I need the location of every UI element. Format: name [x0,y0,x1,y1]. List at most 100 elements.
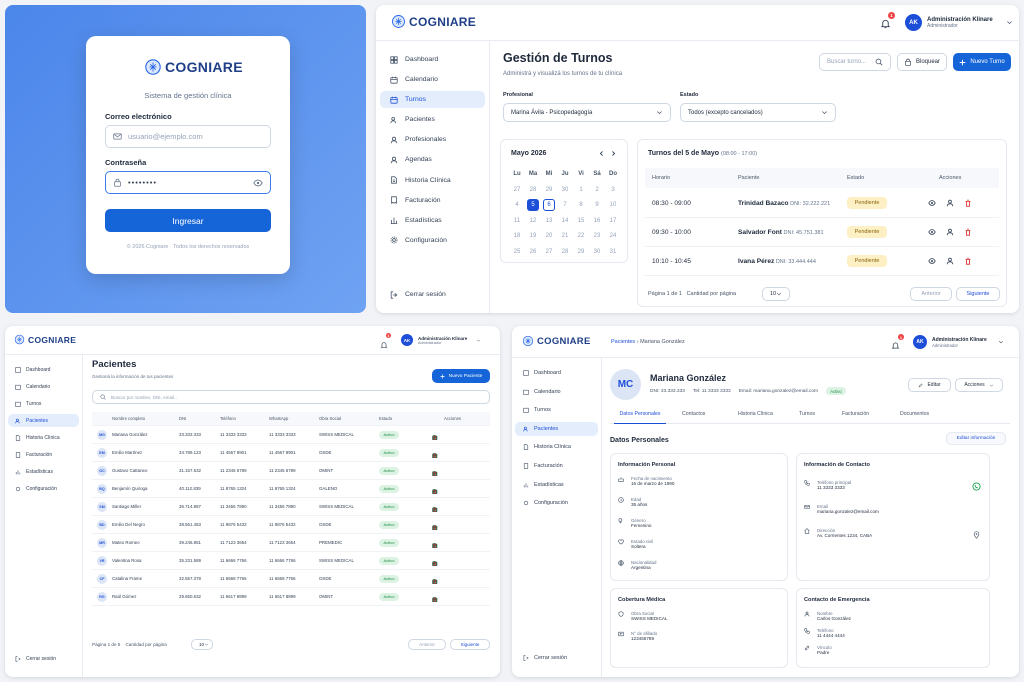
trash-icon[interactable] [432,543,438,549]
sidebar-item-turnos[interactable]: Turnos [380,91,485,109]
calendar-day[interactable]: 17 [607,215,619,227]
calendar-day[interactable]: 30 [559,184,571,196]
email-field[interactable]: usuario@ejemplo.com [105,125,271,148]
user-icon[interactable] [946,228,954,236]
table-row[interactable]: BQ Benjamín Quiroga 40.112.839 11 8765 1324… [92,480,490,498]
sidebar-item-facturacion[interactable]: Facturación [380,192,485,209]
calendar-day[interactable]: 7 [559,199,571,211]
prev-page-button[interactable]: Anterior [408,639,446,650]
table-row[interactable]: MG Mariana González 33.333.333 11 3333 3333… [92,426,490,444]
whatsapp-icon[interactable] [972,482,981,491]
calendar-day[interactable]: 25 [511,246,523,258]
calendar-day[interactable]: 24 [607,230,619,242]
calendar-day[interactable]: 29 [543,184,555,196]
per-page-select[interactable]: 10 [191,639,213,650]
calendar-day[interactable]: 18 [511,230,523,242]
sidebar-item-profesionales[interactable]: Profesionales [380,131,485,148]
patient-name[interactable]: Salvador Font [738,229,782,236]
user-menu[interactable]: AK Administración Klinare Administrador [401,334,481,346]
state-select[interactable]: Todos (excepto cancelados) [680,103,836,122]
sidebar-item-estadisticas[interactable]: Estadísticas [380,212,485,229]
sidebar-item-calendario[interactable]: Calendario [380,71,485,88]
calendar-day[interactable]: 12 [527,215,539,227]
calendar-day[interactable]: 1 [575,184,587,196]
view-icon[interactable] [928,199,936,207]
calendar-day[interactable]: 26 [527,246,539,258]
user-menu[interactable]: AK Administración Klinare Administrador [905,14,1013,31]
calendar-day[interactable]: 30 [591,246,603,258]
sidebar-item-configuracion[interactable]: Configuración [8,482,79,495]
calendar-day[interactable]: 2 [591,184,603,196]
trash-icon[interactable] [964,199,972,207]
calendar-day[interactable]: 22 [575,230,587,242]
sidebar-item-pacientes[interactable]: Pacientes [515,421,598,436]
table-row[interactable]: GC Gustavo Cattaneo 31.157.632 11 2345 6789… [92,462,490,480]
calendar-day[interactable]: 31 [607,246,619,258]
trash-icon[interactable] [432,525,438,531]
table-row[interactable]: 08:30 - 09:00 Trinidad Bazaco DNI: 32.222… [645,189,999,218]
calendar-day[interactable]: 3 [607,184,619,196]
calendar-day[interactable]: 19 [527,230,539,242]
calendar-day[interactable]: 4 [511,199,523,211]
tab-documentos[interactable]: Documentos [900,408,929,424]
calendar-day[interactable]: 29 [575,246,587,258]
user-menu[interactable]: AK Administración Klinare Administrador [913,335,1004,349]
notifications-button[interactable]: 1 [380,333,391,348]
sidebar-item-facturacion[interactable]: Facturación [515,459,598,473]
sidebar-item-pacientes[interactable]: Pacientes [380,111,485,128]
user-icon[interactable] [946,199,954,207]
trash-icon[interactable] [432,471,438,477]
sidebar-item-facturacion[interactable]: Facturación [8,448,79,461]
sidebar-item-turnos[interactable]: Turnos [8,397,79,410]
calendar-day[interactable]: 20 [543,230,555,242]
trash-icon[interactable] [964,257,972,265]
sidebar-item-dashboard[interactable]: Dashboard [8,363,79,376]
trash-icon[interactable] [432,579,438,585]
search-input[interactable]: Buscar turno... [819,53,891,71]
prof-select[interactable]: Marina Ávila - Psicopedagogía [503,103,671,122]
calendar-day[interactable]: 8 [575,199,587,211]
next-page-button[interactable]: Siguiente [956,287,1000,301]
sidebar-item-dashboard[interactable]: Dashboard [515,366,598,380]
notifications-button[interactable]: 1 [880,12,895,29]
trash-icon[interactable] [432,597,438,603]
trash-icon[interactable] [432,561,438,567]
sidebar-item-estadisticas[interactable]: Estadísticas [8,465,79,478]
trash-icon[interactable] [432,507,438,513]
breadcrumb-root[interactable]: Pacientes [611,339,635,345]
block-button[interactable]: Bloquear [897,53,947,71]
trash-icon[interactable] [432,453,438,459]
eye-icon[interactable] [253,178,263,188]
calendar-day[interactable]: 5 [527,199,539,211]
login-submit-button[interactable]: Ingresar [105,209,271,232]
new-patient-button[interactable]: Nuevo Paciente [432,369,490,383]
patient-search-input[interactable]: Buscar por nombre, DNI, email... [92,390,490,404]
table-row[interactable]: EM Emilio Martínez 34.789.123 11 4567 8901 1… [92,444,490,462]
logout-button[interactable]: Cerrar sesión [8,652,63,665]
view-icon[interactable] [928,257,936,265]
sidebar-item-dashboard[interactable]: Dashboard [380,51,485,68]
trash-icon[interactable] [432,489,438,495]
tab-contactos[interactable]: Contactos [682,408,705,424]
sidebar-item-agendas[interactable]: Agendas [380,151,485,168]
table-row[interactable]: CF Catalina Frame 32.557.378 11 6668 7766 11… [92,570,490,588]
table-row[interactable]: MR Mateo Romeo 39.246.851 11 7123 3654 11 71… [92,534,490,552]
sidebar-item-estadisticas[interactable]: Estadísticas [515,478,598,492]
table-row[interactable]: RG Raúl Gómez 29.650.632 11 6617 8899 11 661… [92,588,490,606]
notifications-button[interactable]: 1 [891,334,904,349]
sidebar-item-calendario[interactable]: Calendario [8,380,79,393]
sidebar-item-historia[interactable]: Historia Clínica [515,440,598,454]
calendar-day[interactable]: 14 [559,215,571,227]
table-row[interactable]: SM Santiago Miller 36.714.987 11 3456 7890 1… [92,498,490,516]
tab-historia-clinica[interactable]: Historia Clínica [738,408,773,424]
chevron-right-icon[interactable] [610,150,617,157]
calendar-day[interactable]: 16 [591,215,603,227]
edit-button[interactable]: Editar [908,378,951,392]
sidebar-item-historia[interactable]: Historia Clínica [380,172,485,189]
sidebar-item-calendario[interactable]: Calendario [515,385,598,399]
sidebar-item-pacientes[interactable]: Pacientes [8,414,79,427]
sidebar-item-historia[interactable]: Historia Clínica [8,431,79,444]
calendar-day[interactable]: 27 [543,246,555,258]
view-icon[interactable] [928,228,936,236]
tab-facturacion[interactable]: Facturación [842,408,869,424]
